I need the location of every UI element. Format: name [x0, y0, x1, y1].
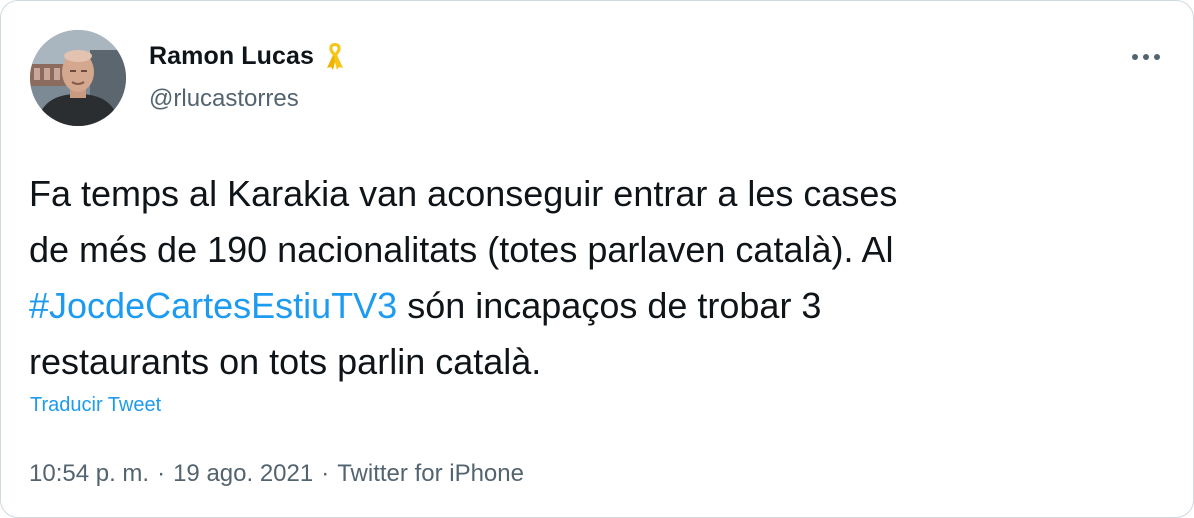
tweet-text: Fa temps al Karakia van aconseguir entra… [29, 166, 1149, 390]
author-name-row: Ramon Lucas [149, 41, 346, 71]
avatar[interactable] [30, 30, 126, 126]
tweet-text-line: restaurants on tots parlin català. [29, 341, 542, 382]
tweet-text-line: de més de 190 nacionalitats (totes parla… [29, 229, 894, 270]
author-handle[interactable]: @rlucastorres [149, 85, 299, 113]
meta-separator: · [321, 460, 330, 487]
yellow-ribbon-icon [324, 41, 346, 71]
meta-separator: · [157, 460, 166, 487]
tweet-source[interactable]: Twitter for iPhone [337, 460, 524, 487]
tweet-text-line: Fa temps al Karakia van aconseguir entra… [29, 173, 898, 214]
tweet-card: Ramon Lucas @rlucastorres Fa temps al Ka… [0, 0, 1194, 518]
tweet-text-line: #JocdeCartesEstiuTV3 són incapaços de tr… [29, 278, 1149, 334]
avatar-photo [30, 30, 126, 126]
tweet-date[interactable]: 19 ago. 2021 [173, 460, 313, 487]
more-horizontal-icon [1132, 54, 1160, 60]
tweet-metadata: 10:54 p. m. · 19 ago. 2021 · Twitter for iPh… [29, 460, 524, 488]
more-options-button[interactable] [1129, 45, 1163, 69]
tweet-time[interactable]: 10:54 p. m. [29, 460, 149, 487]
hashtag-link[interactable]: #JocdeCartesEstiuTV3 [29, 285, 397, 326]
translate-tweet-link[interactable]: Traducir Tweet [30, 394, 161, 417]
tweet-text-segment: són incapaços de trobar 3 [397, 285, 822, 326]
author-display-name[interactable]: Ramon Lucas [149, 42, 314, 71]
